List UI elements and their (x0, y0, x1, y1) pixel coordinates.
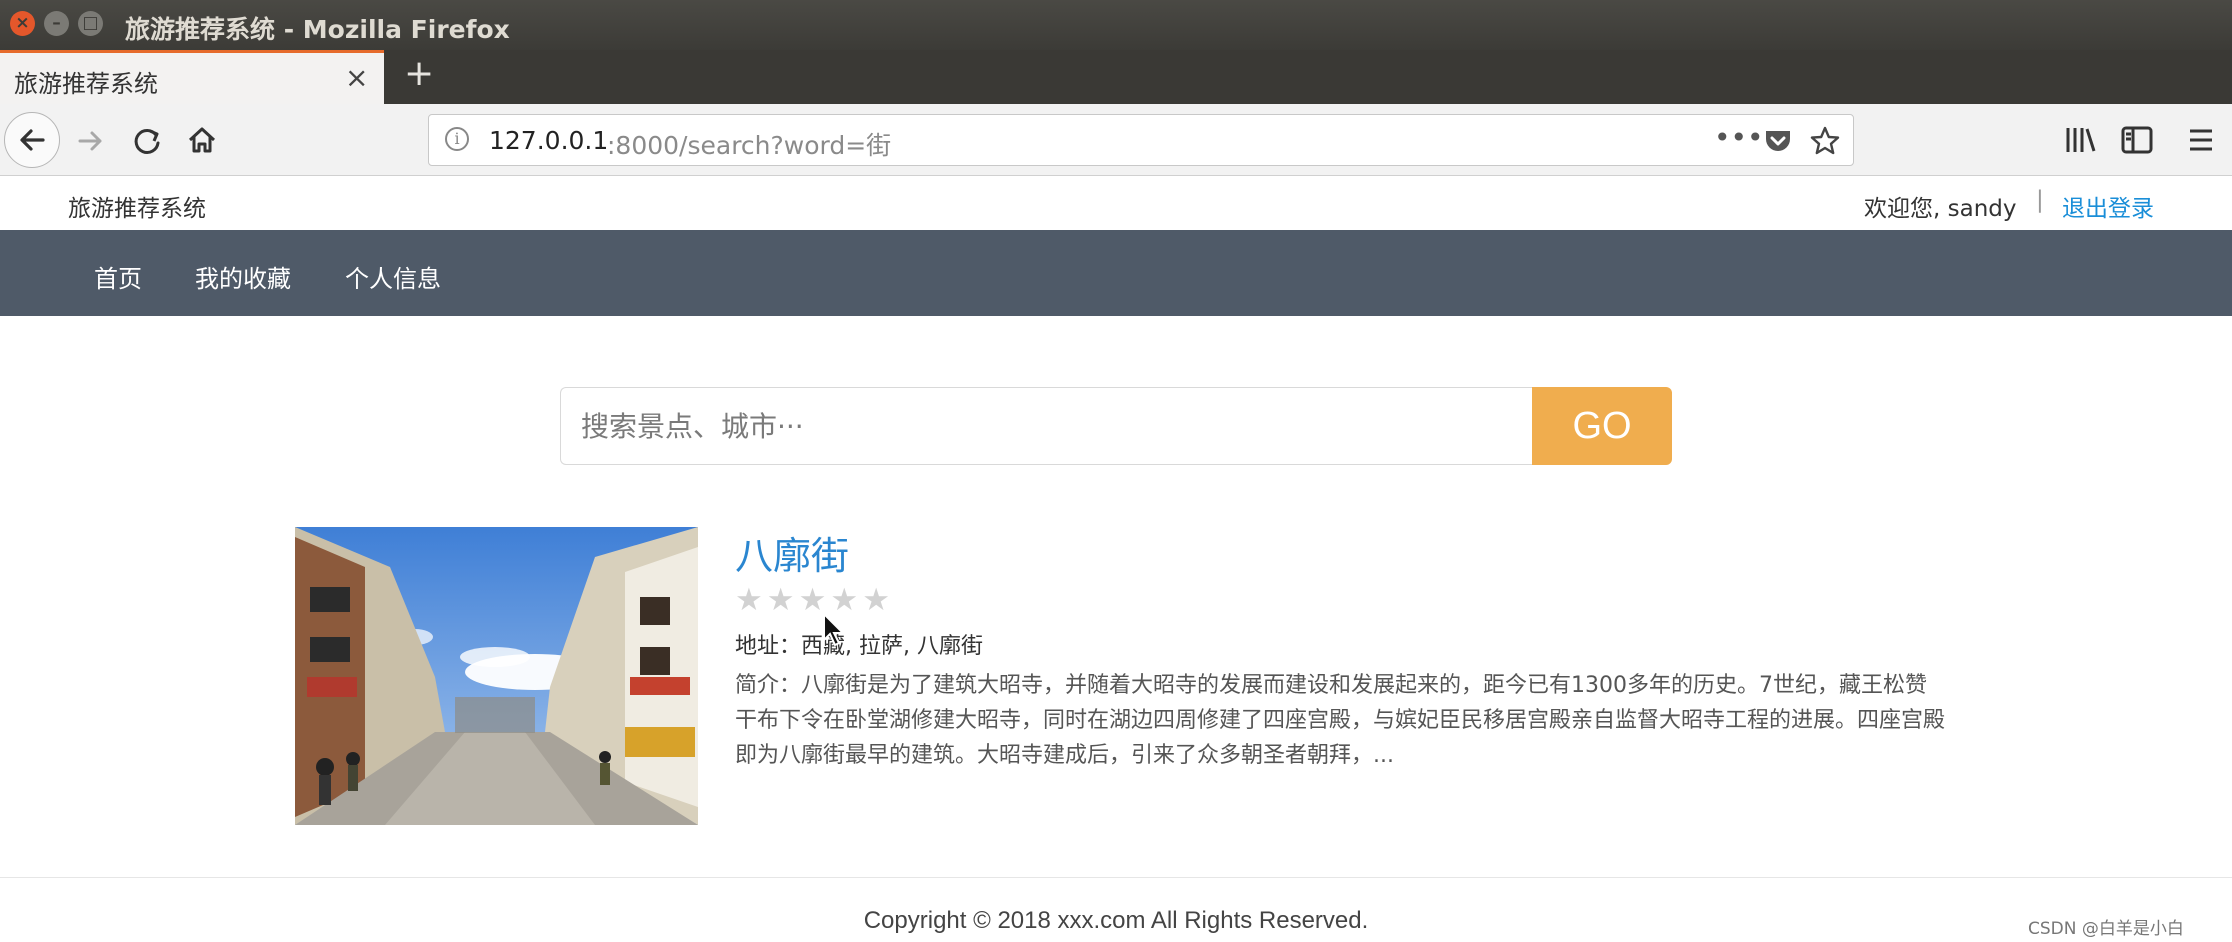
nav-item-profile[interactable]: 个人信息 (345, 259, 441, 294)
window-titlebar: × – □ 旅游推荐系统 - Mozilla Firefox (0, 0, 2232, 50)
window-close-button[interactable]: × (10, 11, 35, 36)
reload-icon[interactable] (128, 122, 166, 160)
back-arrow-icon (20, 129, 45, 151)
search-form: GO (560, 387, 1672, 465)
url-path: :8000/search?word=街 (607, 131, 892, 160)
star-icon[interactable]: ★ (735, 582, 763, 618)
window-minimize-button[interactable]: – (44, 11, 69, 36)
mouse-cursor-icon (823, 612, 846, 647)
menu-icon[interactable] (2186, 126, 2216, 154)
maximize-icon: □ (82, 13, 99, 33)
new-tab-button[interactable]: + (404, 53, 434, 94)
minimize-icon: – (52, 13, 61, 33)
forward-arrow-icon[interactable] (72, 122, 110, 160)
go-button[interactable]: GO (1532, 387, 1672, 465)
star-icon[interactable]: ★ (862, 582, 890, 618)
tab-close-icon[interactable]: × (345, 61, 368, 94)
result-address: 地址：西藏, 拉萨, 八廓街 (735, 634, 983, 659)
welcome-text: 欢迎您, sandy (1864, 196, 2017, 222)
top-info-bar: 旅游推荐系统 欢迎您, sandy | 退出登录 (0, 176, 2232, 230)
back-button[interactable] (4, 112, 60, 168)
site-name: 旅游推荐系统 (68, 196, 206, 222)
page-actions-icon[interactable]: ••• (1714, 121, 1764, 154)
result-description: 简介：八廓街是为了建筑大昭寺，并随着大昭寺的发展而建设和发展起来的，距今已有13… (735, 673, 1946, 768)
search-input[interactable] (560, 387, 1532, 465)
tab-active[interactable]: 旅游推荐系统 × (0, 50, 384, 104)
result-item: 八廓街 ★ ★ ★ ★ ★ 地址：西藏, 拉萨, 八廓街 简介：八廓街是为了建筑大昭寺，… (295, 527, 1945, 827)
sidebar-icon[interactable] (2120, 124, 2154, 156)
street-photo (295, 527, 698, 825)
nav-item-favorites[interactable]: 我的收藏 (195, 259, 291, 294)
url-bar[interactable]: i 127.0.0.1 :8000/search?word=街 ••• (428, 114, 1854, 166)
window-title: 旅游推荐系统 - Mozilla Firefox (125, 15, 510, 44)
result-title[interactable]: 八廓街 (735, 525, 849, 580)
window-maximize-button[interactable]: □ (78, 11, 103, 36)
copyright-text: Copyright © 2018 xxx.com All Rights Rese… (863, 907, 1369, 934)
close-icon: × (15, 13, 30, 33)
main-nav: 首页 我的收藏 个人信息 (0, 230, 2232, 316)
tab-label: 旅游推荐系统 (14, 70, 158, 98)
logout-link[interactable]: 退出登录 (2062, 189, 2154, 223)
info-icon[interactable]: i (445, 127, 469, 151)
url-host: 127.0.0.1 (489, 126, 609, 155)
home-icon[interactable] (183, 121, 221, 159)
pocket-icon[interactable] (1763, 127, 1793, 155)
nav-item-home[interactable]: 首页 (94, 259, 142, 294)
result-thumbnail[interactable] (295, 527, 698, 825)
star-icon[interactable]: ★ (767, 582, 795, 618)
browser-toolbar: i 127.0.0.1 :8000/search?word=街 ••• (0, 104, 2232, 176)
library-icon[interactable] (2064, 124, 2098, 156)
footer: Copyright © 2018 xxx.com All Rights Rese… (0, 877, 2232, 942)
separator: | (2036, 187, 2044, 213)
tab-strip: 旅游推荐系统 × + (0, 50, 2232, 104)
rating-stars[interactable]: ★ ★ ★ ★ ★ (735, 582, 894, 618)
bookmark-star-icon[interactable] (1809, 125, 1841, 157)
web-page: 旅游推荐系统 欢迎您, sandy | 退出登录 首页 我的收藏 个人信息 GO (0, 176, 2232, 942)
watermark: CSDN @白羊是小白 (2028, 919, 2184, 939)
